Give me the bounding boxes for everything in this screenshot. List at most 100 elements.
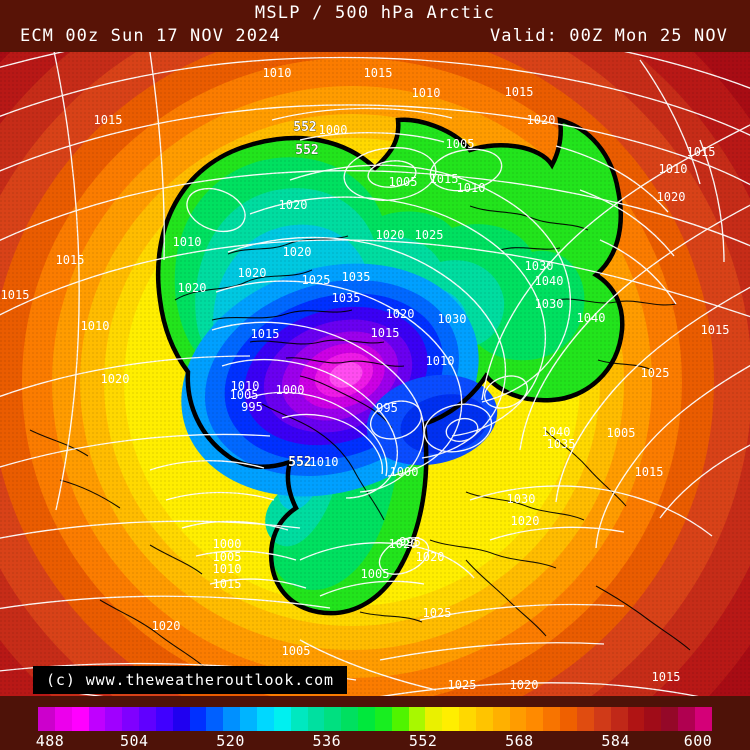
colorbar-swatch bbox=[661, 707, 679, 731]
colorbar-swatch bbox=[492, 707, 510, 731]
mslp-contour-label: 1005 bbox=[446, 137, 475, 151]
colorbar-swatch bbox=[627, 707, 645, 731]
colorbar-swatch bbox=[543, 707, 561, 731]
colorbar-swatch bbox=[475, 707, 493, 731]
mslp-contour-label: 1020 bbox=[657, 190, 686, 204]
colorbar-tick-label: 536 bbox=[312, 732, 342, 750]
mslp-contour-label: 1025 bbox=[302, 273, 331, 287]
colorbar-swatch bbox=[206, 707, 224, 731]
colorbar-swatch bbox=[71, 707, 89, 731]
colorbar-swatch bbox=[38, 707, 55, 731]
colorbar-swatch bbox=[358, 707, 375, 731]
colorbar-swatch bbox=[290, 707, 308, 731]
colorbar-swatch bbox=[593, 707, 611, 731]
mslp-contour-label: 1025 bbox=[448, 678, 477, 692]
colorbar-swatch bbox=[122, 707, 140, 731]
mslp-contour-label: 1015 bbox=[430, 172, 459, 186]
mslp-contour-label: 1015 bbox=[701, 323, 730, 337]
colorbar-swatch bbox=[273, 707, 291, 731]
mslp-contour-label: 1015 bbox=[505, 85, 534, 99]
mslp-contour-label: 1005 bbox=[389, 175, 418, 189]
mslp-contour-label: 1020 bbox=[238, 266, 267, 280]
colorbar-swatch bbox=[577, 707, 594, 731]
colorbar-tick-label: 600 bbox=[683, 732, 713, 750]
mslp-contour-label: 1000 bbox=[390, 465, 419, 479]
colorbar-swatch bbox=[54, 707, 72, 731]
map-canvas[interactable]: 1010 1010 1015 1010 1015 1015 1020 1000 552 552 10… bbox=[0, 0, 750, 750]
colorbar-tick-label: 488 bbox=[35, 732, 65, 750]
mslp-contour-label: 552 bbox=[293, 120, 316, 135]
mslp-contour-label: 1010 bbox=[659, 162, 688, 176]
colorbar-swatch bbox=[526, 707, 544, 731]
colorbar-tick-label: 520 bbox=[216, 732, 245, 750]
colorbar-swatch bbox=[644, 707, 662, 731]
mslp-contour-label: 1010 bbox=[173, 235, 202, 249]
mslp-contour-label: 1000 bbox=[213, 537, 242, 551]
mslp-contour-label: 1030 bbox=[507, 492, 536, 506]
colorbar-swatch bbox=[324, 707, 342, 731]
colorbar-swatch bbox=[139, 707, 156, 731]
mslp-contour-label: 1040 bbox=[542, 425, 571, 439]
mslp-contour-label: 1010 bbox=[263, 66, 292, 80]
mslp-contour-label: 995 bbox=[376, 401, 398, 415]
colorbar-tick-label: 568 bbox=[505, 732, 534, 750]
mslp-contour-label: 1010 bbox=[412, 86, 441, 100]
mslp-contour-label: 1015 bbox=[371, 326, 400, 340]
colorbar-swatch bbox=[88, 707, 106, 731]
mslp-contour-label: 1010 bbox=[457, 181, 486, 195]
mslp-contour-label: 1000 bbox=[319, 123, 348, 137]
mslp-contour-label: 1010 bbox=[426, 354, 455, 368]
map-svg: 10101010 10151010 10151015 10201000552552 10… bbox=[0, 0, 750, 750]
mslp-contour-label: 995 bbox=[399, 535, 421, 549]
mslp-contour-label: 1010 bbox=[213, 562, 242, 576]
colorbar-swatch bbox=[694, 707, 712, 731]
mslp-contour-label: 1020 bbox=[527, 113, 556, 127]
colorbar-swatch bbox=[189, 707, 207, 731]
mslp-contour-label: 1025 bbox=[423, 606, 452, 620]
colorbar-swatch bbox=[560, 707, 577, 731]
mslp-contour-label: 1030 bbox=[525, 259, 554, 273]
mslp-contour-label: 1030 bbox=[438, 312, 467, 326]
mslp-contour-label: 1020 bbox=[386, 307, 415, 321]
mslp-contour-label: 1005 bbox=[607, 426, 636, 440]
mslp-contour-label: 1015 bbox=[1, 288, 30, 302]
mslp-contour-label: 1015 bbox=[94, 113, 123, 127]
colorbar-swatch bbox=[408, 707, 426, 731]
colorbar-swatch bbox=[223, 707, 241, 731]
colorbar-tick-labels: 488 504 520 536 552 568 584 600 bbox=[0, 732, 750, 750]
mslp-contour-label: 1015 bbox=[56, 253, 85, 267]
mslp-contour-label: 1035 bbox=[332, 291, 361, 305]
mslp-contour-label: 1040 bbox=[535, 274, 564, 288]
colorbar-swatch bbox=[374, 707, 392, 731]
mslp-contour-label: 1025 bbox=[415, 228, 444, 242]
colorbar-swatch bbox=[341, 707, 359, 731]
colorbar-swatch bbox=[459, 707, 476, 731]
weather-map-app: 1010 1010 1015 1010 1015 1015 1020 1000 552 552 10… bbox=[0, 0, 750, 750]
mslp-contour-label: 552 bbox=[288, 455, 311, 470]
mslp-contour-label: 1020 bbox=[510, 678, 539, 692]
colorbar-swatch bbox=[610, 707, 628, 731]
mslp-contour-label: 1010 bbox=[81, 319, 110, 333]
copyright-text: (c) www.theweatheroutlook.com bbox=[46, 671, 334, 689]
mslp-contour-label: 1040 bbox=[577, 311, 606, 325]
mslp-contour-label: 1020 bbox=[152, 619, 181, 633]
colorbar-tick-label: 552 bbox=[408, 732, 438, 750]
mslp-contour-label: 1015 bbox=[635, 465, 664, 479]
colorbar-swatch bbox=[307, 707, 325, 731]
mslp-contour-label: 1015 bbox=[213, 577, 242, 591]
colorbar-gradient bbox=[38, 707, 712, 731]
mslp-contour-label: 1020 bbox=[416, 550, 445, 564]
mslp-contour-label: 1015 bbox=[364, 66, 393, 80]
mslp-contour-label: 1010 bbox=[584, 2, 613, 16]
mslp-contour-label: 1015 bbox=[251, 327, 280, 341]
colorbar-swatch bbox=[425, 707, 443, 731]
colorbar-tick-label: 504 bbox=[119, 732, 149, 750]
mslp-contour-label: 1010 bbox=[310, 455, 339, 469]
colorbar-panel: 488 504 520 536 552 568 584 600 bbox=[0, 696, 750, 750]
colorbar-swatch bbox=[172, 707, 190, 731]
mslp-contour-label: 1005 bbox=[361, 567, 390, 581]
mslp-contour-label: 1030 bbox=[535, 297, 564, 311]
colorbar-swatch bbox=[509, 707, 527, 731]
colorbar-tick-label: 584 bbox=[601, 732, 630, 750]
mslp-contour-label: 995 bbox=[241, 400, 263, 414]
